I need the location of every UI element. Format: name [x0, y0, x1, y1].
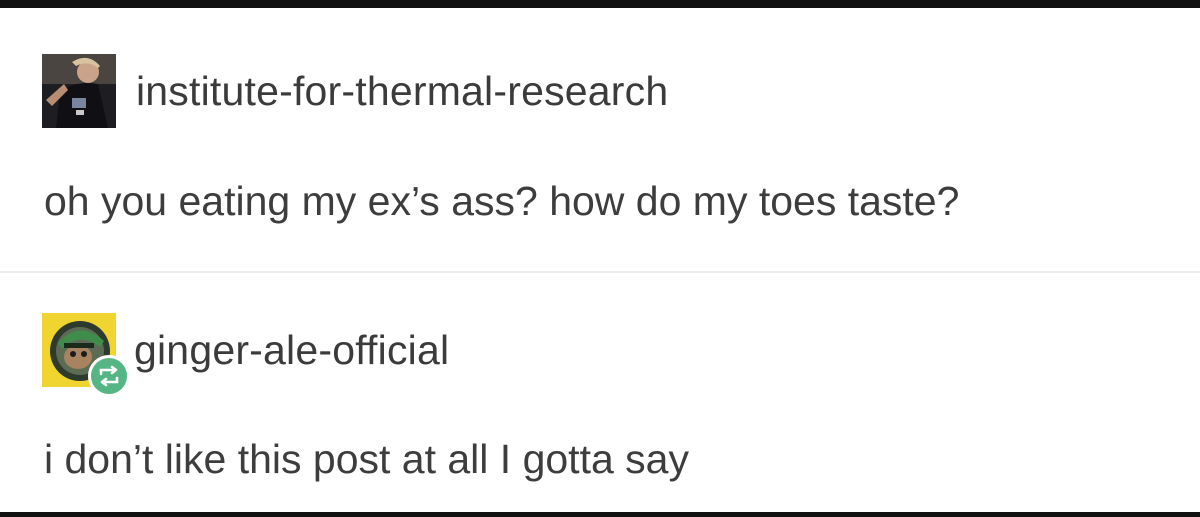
top-border	[0, 0, 1200, 8]
post-header: institute-for-thermal-research	[42, 54, 668, 128]
post-text: oh you eating my ex’s ass? how do my toe…	[44, 178, 960, 224]
reblog-icon	[99, 365, 119, 387]
post-original: institute-for-thermal-research oh you ea…	[0, 8, 1200, 272]
avatar[interactable]	[42, 313, 130, 397]
post-reblog: ginger-ale-official i don’t like this po…	[0, 273, 1200, 512]
post-header: ginger-ale-official	[42, 313, 449, 397]
reblog-badge	[88, 355, 130, 397]
post-text: i don’t like this post at all I gotta sa…	[44, 436, 689, 482]
profile-photo-icon	[42, 54, 116, 128]
username[interactable]: ginger-ale-official	[134, 327, 449, 374]
username[interactable]: institute-for-thermal-research	[136, 68, 668, 115]
avatar[interactable]	[42, 54, 116, 128]
bottom-border	[0, 512, 1200, 517]
